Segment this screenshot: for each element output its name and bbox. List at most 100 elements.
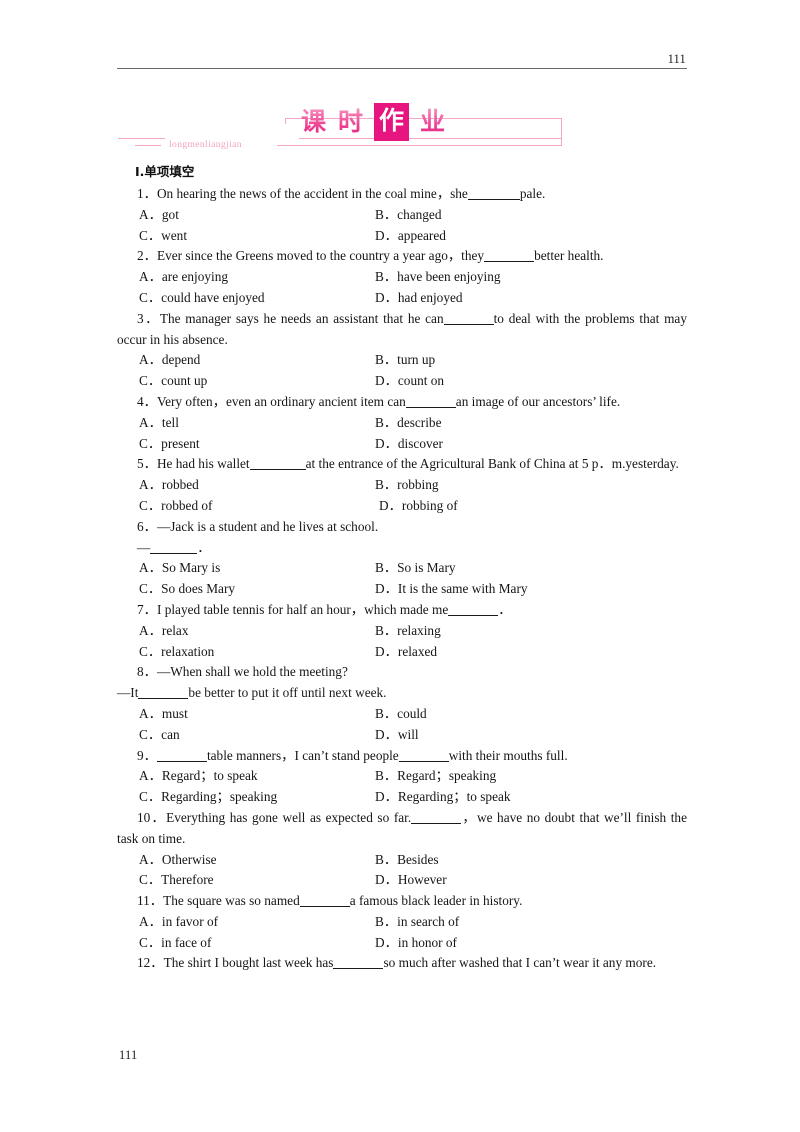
option-a[interactable]: A．depend — [117, 350, 375, 371]
banner-title: 课 时 作 业 — [295, 103, 451, 141]
banner-subtitle: longmenliangjian — [165, 137, 246, 153]
banner-line-vertical-right — [561, 118, 562, 139]
option-row: C．can D．will — [117, 725, 687, 746]
banner-char-ye: 业 — [414, 105, 451, 139]
running-header: 111 — [117, 52, 687, 69]
banner-line-vertical-left — [285, 118, 286, 124]
option-d[interactable]: D．Regarding；to speak — [375, 787, 511, 808]
exercise-content: Ⅰ.单项填空 1．On hearing the news of the acci… — [117, 163, 687, 974]
option-row: A．in favor of B．in search of — [117, 912, 687, 933]
option-b[interactable]: B．robbing — [375, 475, 439, 496]
option-b[interactable]: B．relaxing — [375, 621, 441, 642]
option-d[interactable]: D．discover — [375, 434, 443, 455]
question-stem-text: 4．Very often，even an ordinary ancient it… — [137, 393, 406, 409]
option-row: A．got B．changed — [117, 205, 687, 226]
option-b[interactable]: B．describe — [375, 413, 441, 434]
option-d[interactable]: D．However — [375, 870, 447, 891]
question-stem-text: 7．I played table tennis for half an hour… — [137, 601, 449, 617]
question-stem-tail: ． — [498, 601, 512, 617]
option-d[interactable]: D．robbing of — [375, 496, 458, 517]
option-d[interactable]: D．relaxed — [375, 642, 437, 663]
option-a[interactable]: A．got — [117, 205, 375, 226]
option-c[interactable]: C．present — [117, 434, 375, 455]
option-d[interactable]: D．will — [375, 725, 419, 746]
option-a[interactable]: A．are enjoying — [117, 267, 375, 288]
banner-char-zuo: 作 — [374, 103, 410, 141]
option-row: C．robbed of D．robbing of — [117, 496, 687, 517]
option-a[interactable]: A．Regard；to speak — [117, 766, 375, 787]
option-row: C．relaxation D．relaxed — [117, 642, 687, 663]
question-stem-tail: an image of our ancestors’ life. — [455, 393, 621, 409]
option-a[interactable]: A．Otherwise — [117, 850, 375, 871]
option-c[interactable]: C．So does Mary — [117, 579, 375, 600]
answer-blank — [467, 186, 520, 200]
document-page: 111 longmenliangjian 课 时 作 业 Ⅰ.单项填空 1．On… — [0, 0, 800, 1132]
answer-blank — [299, 893, 350, 908]
banner-logo: longmenliangjian 课 时 作 业 — [117, 100, 687, 158]
answer-blank — [249, 456, 306, 471]
section-heading: Ⅰ.单项填空 — [135, 164, 195, 179]
option-row: A．tell B．describe — [117, 413, 687, 434]
option-c[interactable]: C．Regarding；speaking — [117, 787, 375, 808]
option-c[interactable]: C．Therefore — [117, 870, 375, 891]
option-a[interactable]: A．relax — [117, 621, 375, 642]
answer-blank — [156, 748, 207, 762]
option-b[interactable]: B．in search of — [375, 912, 459, 933]
question-number: 9． — [137, 747, 157, 763]
option-b[interactable]: B．changed — [375, 205, 441, 226]
option-d[interactable]: D．appeared — [375, 226, 446, 247]
answer-blank — [138, 685, 189, 700]
answer-blank — [398, 748, 449, 762]
option-b[interactable]: B．Besides — [375, 850, 439, 871]
question-stem: 10．Everything has gone well as expected … — [117, 808, 687, 850]
option-row: A．So Mary is B．So is Mary — [117, 558, 687, 579]
option-b[interactable]: B．turn up — [375, 350, 435, 371]
question-response-dash: —It — [117, 685, 139, 701]
option-d[interactable]: D．count on — [375, 371, 444, 392]
option-c[interactable]: C．in face of — [117, 933, 375, 954]
option-row: C．Regarding；speaking D．Regarding；to spea… — [117, 787, 687, 808]
question-stem-text: 10．Everything has gone well as expected … — [137, 809, 412, 825]
option-a[interactable]: A．robbed — [117, 475, 375, 496]
option-b[interactable]: B．Regard；speaking — [375, 766, 496, 787]
option-row: C．in face of D．in honor of — [117, 933, 687, 954]
option-d[interactable]: D．It is the same with Mary — [375, 579, 528, 600]
question-stem-mid: table manners，I can’t stand people — [206, 747, 399, 763]
question-stem: 1．On hearing the news of the accident in… — [117, 184, 687, 205]
option-d[interactable]: D．in honor of — [375, 933, 457, 954]
question-stem-text: 8．—When shall we hold the meeting? — [137, 664, 348, 680]
option-b[interactable]: B．So is Mary — [375, 558, 456, 579]
option-b[interactable]: B．could — [375, 704, 427, 725]
question-stem-text: 5．He had his wallet — [137, 456, 250, 472]
option-a[interactable]: A．must — [117, 704, 375, 725]
question-stem: 12．The shirt I bought last week has so mu… — [117, 953, 687, 974]
question-stem-text: 11．The square was so named — [137, 893, 300, 909]
question-stem-tail: so much after washed that I can’t wear i… — [383, 955, 657, 971]
option-row: A．must B．could — [117, 704, 687, 725]
option-a[interactable]: A．in favor of — [117, 912, 375, 933]
question-stem: 11．The square was so named a famous black… — [117, 891, 687, 912]
answer-blank — [405, 394, 456, 408]
answer-blank — [333, 955, 384, 970]
option-c[interactable]: C．relaxation — [117, 642, 375, 663]
banner-line-tail-left — [135, 145, 161, 146]
option-a[interactable]: A．So Mary is — [117, 558, 375, 579]
option-row: C．present D．discover — [117, 434, 687, 455]
option-c[interactable]: C．count up — [117, 371, 375, 392]
option-b[interactable]: B．have been enjoying — [375, 267, 501, 288]
question-stem-text: 6．—Jack is a student and he lives at sch… — [137, 518, 379, 534]
answer-blank — [150, 540, 198, 554]
option-c[interactable]: C．robbed of — [117, 496, 375, 517]
option-row: C．So does Mary D．It is the same with Mar… — [117, 579, 687, 600]
option-d[interactable]: D．had enjoyed — [375, 288, 463, 309]
footer-page-number: 111 — [119, 1048, 138, 1062]
option-c[interactable]: C．can — [117, 725, 375, 746]
option-c[interactable]: C．went — [117, 226, 375, 247]
option-a[interactable]: A．tell — [117, 413, 375, 434]
answer-blank — [448, 602, 499, 616]
question-stem-tail: a famous black leader in history. — [349, 893, 523, 909]
option-row: C．could have enjoyed D．had enjoyed — [117, 288, 687, 309]
option-row: A．are enjoying B．have been enjoying — [117, 267, 687, 288]
question-stem-text: 1．On hearing the news of the accident in… — [137, 186, 468, 201]
option-c[interactable]: C．could have enjoyed — [117, 288, 375, 309]
